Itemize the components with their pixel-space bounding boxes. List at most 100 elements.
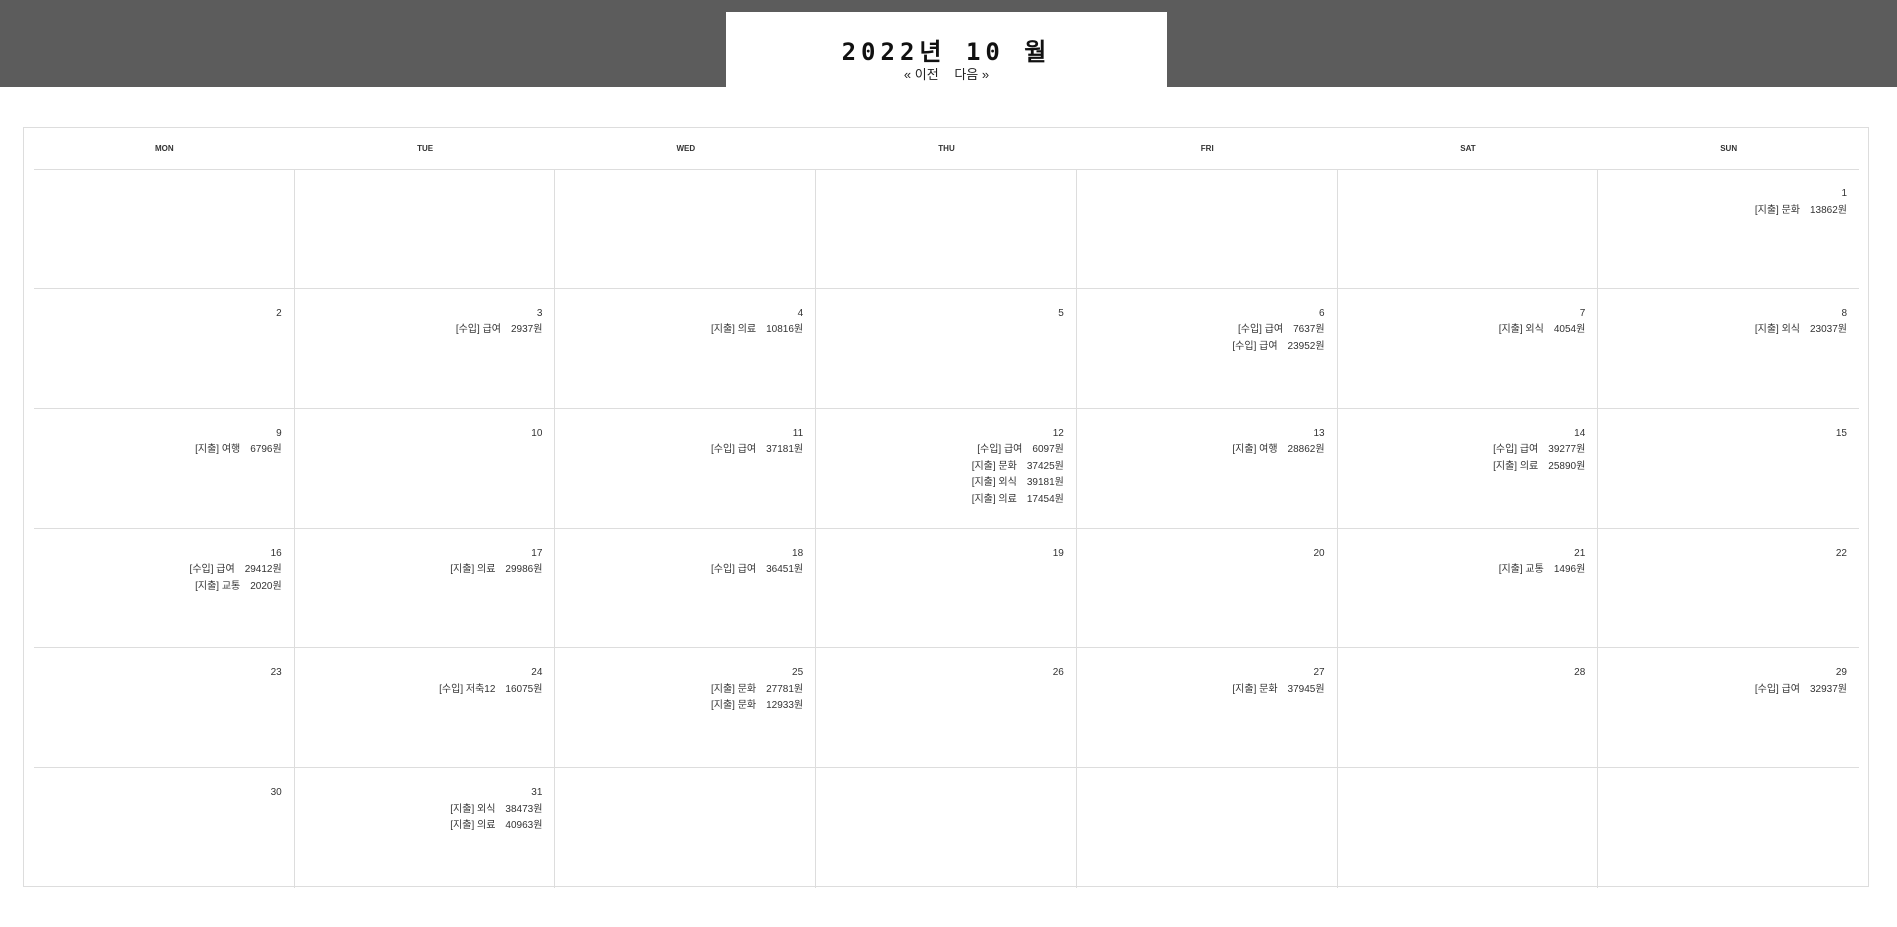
transaction-label: [지출] 여행 bbox=[1232, 444, 1278, 456]
calendar-day-cell[interactable]: 17 [지출] 의료 29986원 bbox=[294, 528, 556, 649]
calendar-day-cell[interactable]: 7 [지출] 외식 4054원 bbox=[1337, 288, 1599, 409]
transaction-entry[interactable]: [수입] 급여 37181원 bbox=[559, 442, 803, 459]
transaction-label: [수입] 급여 bbox=[710, 444, 757, 456]
weekday-header-row: MON TUE WED THU FRI SAT SUN bbox=[34, 128, 1859, 170]
transaction-entry[interactable]: [수입] 급여 6097원 bbox=[820, 442, 1064, 459]
calendar-day-cell[interactable]: 9 [지출] 여행 6796원 bbox=[34, 408, 295, 529]
transaction-entry[interactable]: [수입] 급여 32937원 bbox=[1602, 682, 1847, 699]
transaction-entry[interactable]: [지출] 여행 28862원 bbox=[1081, 442, 1324, 459]
transaction-label: [지출] 문화 bbox=[710, 683, 757, 695]
transaction-amount: 29986원 bbox=[505, 564, 543, 575]
calendar-day-cell[interactable]: 22 bbox=[1598, 529, 1859, 649]
calendar-day-cell[interactable]: 4 [지출] 의료 10816원 bbox=[555, 288, 817, 409]
day-number: 21 bbox=[1574, 547, 1586, 559]
calendar-day-cell[interactable]: 23 bbox=[34, 648, 295, 769]
calendar-day-cell[interactable]: 31 [지출] 외식 38473원 [지출] 의료 40963원 bbox=[295, 768, 556, 888]
transaction-entry[interactable]: [수입] 급여 7637원 bbox=[1081, 322, 1325, 339]
calendar-day-cell[interactable]: 26 bbox=[816, 648, 1077, 769]
transaction-label: [지출] 문화 bbox=[971, 460, 1017, 472]
calendar-day-cell[interactable]: 12 [수입] 급여 6097원 [지출] 문화 37425원 [지출] 외식 39181원… bbox=[816, 408, 1077, 529]
transaction-label: [지출] 교통 bbox=[195, 580, 241, 592]
calendar-day-cell[interactable]: 29 [수입] 급여 32937원 bbox=[1598, 648, 1859, 769]
transaction-entry[interactable]: [수입] 급여 23952원 bbox=[1081, 339, 1324, 356]
transaction-entry[interactable]: [지출] 교통 2020원 bbox=[38, 579, 282, 596]
transaction-entry[interactable]: [지출] 문화 37425원 bbox=[820, 459, 1064, 476]
calendar-empty-cell[interactable] bbox=[294, 169, 556, 289]
transaction-entry[interactable]: [지출] 의료 10816원 bbox=[559, 322, 803, 339]
transaction-entry[interactable]: [수입] 급여 2937원 bbox=[299, 322, 543, 339]
transaction-entry[interactable]: [지출] 여행 6796원 bbox=[38, 442, 282, 459]
day-number: 29 bbox=[1835, 667, 1847, 679]
weekday-fri: FRI bbox=[1200, 144, 1214, 153]
calendar-day-cell[interactable]: 6 [수입] 급여 7637원 [수입] 급여 23952원 bbox=[1076, 288, 1338, 409]
calendar-day-cell[interactable]: 27 [지출] 문화 37945원 bbox=[1076, 648, 1338, 769]
calendar-day-cell[interactable]: 30 bbox=[34, 768, 295, 888]
day-number: 16 bbox=[270, 547, 282, 559]
transaction-label: [지출] 의료 bbox=[971, 493, 1017, 505]
day-number: 20 bbox=[1313, 547, 1325, 559]
calendar-day-cell[interactable]: 15 bbox=[1598, 409, 1859, 529]
calendar-day-cell[interactable]: 16 [수입] 급여 29412원 [지출] 교통 2020원 bbox=[34, 528, 295, 649]
transaction-label: [수입] 급여 bbox=[1754, 683, 1800, 695]
transaction-entry[interactable]: [지출] 문화 37945원 bbox=[1081, 682, 1324, 699]
month-title: 2022년 10 월 bbox=[726, 40, 1167, 64]
calendar-day-cell[interactable]: 28 bbox=[1337, 648, 1599, 769]
calendar-day-cell[interactable]: 14 [수입] 급여 39277원 [지출] 의료 25890원 bbox=[1337, 408, 1599, 529]
transaction-label: [지출] 교통 bbox=[1498, 564, 1544, 575]
prev-month-link[interactable]: « 이전 bbox=[904, 67, 939, 82]
transaction-entry[interactable]: [수입] 저축12 16075원 bbox=[299, 682, 542, 699]
calendar-day-cell[interactable]: 25 [지출] 문화 27781원 [지출] 문화 12933원 bbox=[555, 648, 817, 769]
day-number: 13 bbox=[1313, 427, 1325, 439]
calendar-day-cell[interactable]: 21 [지출] 교통 1496원 bbox=[1337, 528, 1599, 649]
transaction-amount: 25890원 bbox=[1548, 460, 1586, 472]
calendar-day-cell[interactable]: 1 [지출] 문화 13862원 bbox=[1598, 169, 1859, 289]
transaction-entry[interactable]: [수입] 급여 36451원 bbox=[559, 562, 803, 579]
calendar-day-cell[interactable]: 18 [수입] 급여 36451원 bbox=[555, 528, 817, 649]
transaction-label: [수입] 급여 bbox=[977, 444, 1023, 456]
transaction-amount: 4054원 bbox=[1553, 324, 1586, 336]
transaction-entry[interactable]: [지출] 의료 25890원 bbox=[1342, 459, 1586, 476]
transaction-amount: 2020원 bbox=[250, 580, 282, 592]
transaction-label: [수입] 저축12 bbox=[439, 683, 496, 695]
day-number: 24 bbox=[531, 667, 543, 679]
calendar-day-cell[interactable]: 24 [수입] 저축12 16075원 bbox=[294, 648, 556, 769]
transaction-entry[interactable]: [지출] 의료 29986원 bbox=[299, 562, 543, 579]
transaction-entry[interactable]: [지출] 외식 38473원 bbox=[299, 802, 542, 819]
calendar-empty-cell[interactable] bbox=[555, 768, 817, 888]
calendar-day-cell[interactable]: 10 bbox=[294, 408, 556, 529]
calendar-day-cell[interactable]: 19 bbox=[816, 528, 1077, 649]
transaction-entry[interactable]: [지출] 교통 1496원 bbox=[1342, 562, 1586, 579]
calendar-empty-cell[interactable] bbox=[1076, 169, 1338, 289]
calendar-empty-cell[interactable] bbox=[34, 169, 295, 289]
next-month-link[interactable]: 다음 » bbox=[954, 67, 989, 82]
calendar-empty-cell[interactable] bbox=[555, 169, 817, 289]
transaction-entry[interactable]: [지출] 외식 4054원 bbox=[1342, 322, 1586, 339]
transaction-amount: 1496원 bbox=[1553, 564, 1586, 575]
day-number: 12 bbox=[1052, 427, 1064, 439]
transaction-amount: 13862원 bbox=[1809, 204, 1847, 216]
calendar-day-cell[interactable]: 3 [수입] 급여 2937원 bbox=[294, 288, 556, 409]
transaction-entry[interactable]: [수입] 급여 39277원 bbox=[1342, 442, 1585, 459]
transaction-entry[interactable]: [수입] 급여 29412원 bbox=[38, 562, 282, 579]
transaction-amount: 7637원 bbox=[1293, 324, 1325, 336]
transaction-entry[interactable]: [지출] 외식 39181원 bbox=[820, 475, 1064, 492]
calendar-empty-cell[interactable] bbox=[1077, 768, 1338, 888]
calendar-empty-cell[interactable] bbox=[1338, 768, 1599, 888]
transaction-entry[interactable]: [지출] 문화 13862원 bbox=[1602, 203, 1847, 220]
calendar-empty-cell[interactable] bbox=[1337, 169, 1599, 289]
calendar-day-cell[interactable]: 2 bbox=[34, 288, 295, 409]
calendar-empty-cell[interactable] bbox=[816, 768, 1077, 888]
calendar-day-cell[interactable]: 20 bbox=[1076, 528, 1338, 649]
calendar-day-cell[interactable]: 8 [지출] 외식 23037원 bbox=[1598, 289, 1859, 409]
calendar-day-cell[interactable]: 5 bbox=[816, 288, 1077, 409]
transaction-entry[interactable]: [지출] 외식 23037원 bbox=[1602, 322, 1847, 339]
calendar-day-cell[interactable]: 11 [수입] 급여 37181원 bbox=[555, 408, 817, 529]
transaction-amount: 37425원 bbox=[1026, 460, 1064, 472]
calendar-empty-cell[interactable] bbox=[1598, 768, 1859, 888]
calendar-empty-cell[interactable] bbox=[816, 169, 1077, 289]
calendar-day-cell[interactable]: 13 [지출] 여행 28862원 bbox=[1076, 408, 1338, 529]
transaction-entry[interactable]: [지출] 문화 12933원 bbox=[559, 698, 803, 715]
transaction-entry[interactable]: [지출] 문화 27781원 bbox=[559, 682, 803, 699]
transaction-entry[interactable]: [지출] 의료 40963원 bbox=[299, 818, 542, 835]
transaction-entry[interactable]: [지출] 의료 17454원 bbox=[820, 492, 1064, 509]
